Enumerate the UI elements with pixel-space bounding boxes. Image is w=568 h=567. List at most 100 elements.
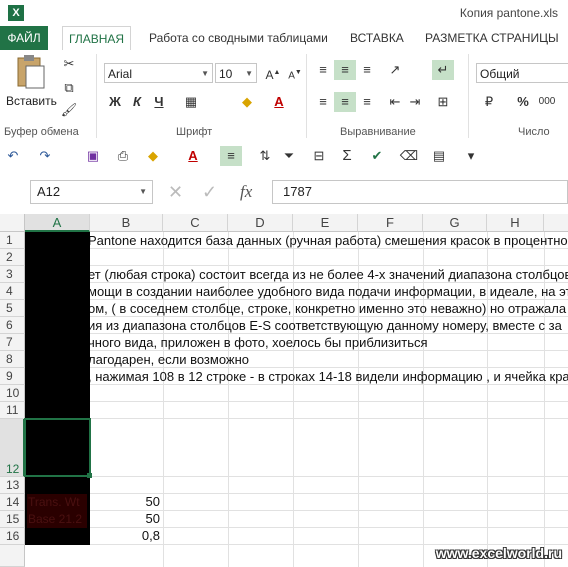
tab-insert[interactable]: ВСТАВКА [344,26,410,50]
formula-input[interactable]: 1787 [272,180,568,204]
row-header[interactable]: 13 [0,477,25,494]
cell-row9-text[interactable]: , нажимая 108 в 12 строке - в строках 14… [88,369,568,384]
fill-handle[interactable] [87,473,92,478]
align-center-icon[interactable]: ≡ [334,92,356,112]
row-header[interactable]: 1 [0,232,25,249]
row-header[interactable]: 10 [0,385,25,402]
shrink-font-icon[interactable]: A▼ [284,63,306,83]
redo-icon[interactable]: ↷ [34,146,56,166]
cell-b14[interactable]: 50 [90,494,160,509]
row-header[interactable]: 8 [0,351,25,368]
row-header[interactable]: 16 [0,528,25,545]
row-header[interactable]: 4 [0,283,25,300]
percent-button[interactable]: % [512,92,534,112]
cell-b16[interactable]: 0,8 [90,528,160,543]
enter-icon[interactable]: ✓ [202,182,217,203]
undo-icon[interactable]: ↶ [2,146,24,166]
merge-icon[interactable]: ⊟ [308,146,330,166]
column-header-e[interactable]: E [293,214,358,232]
tab-pivot-tables[interactable]: Работа со сводными таблицами [143,26,334,50]
wrap-text-icon[interactable]: ↵ [432,60,454,80]
copy-icon[interactable]: ⧉ [58,78,80,98]
align-middle-icon[interactable]: ≡ [334,60,356,80]
column-header-g[interactable]: G [423,214,487,232]
font-size-combo[interactable]: 10 ▼ [215,63,257,83]
cell-a14-text[interactable]: Trans. Wt [28,495,80,509]
column-header-c[interactable]: C [163,214,228,232]
row-header[interactable]: 6 [0,317,25,334]
row-header[interactable]: 14 [0,494,25,511]
underline-button[interactable]: Ч [148,92,170,112]
insert-function-button[interactable]: fx [240,182,252,202]
select-all-corner[interactable] [0,214,25,232]
clear-icon[interactable]: ⌫ [398,146,420,166]
cell-row3-text[interactable]: ет (любая строка) состоит всегда из не б… [88,267,568,282]
sort-icon[interactable]: ⇅ [254,146,276,166]
row-header[interactable]: 9 [0,368,25,385]
align-right-icon[interactable]: ≡ [356,92,378,112]
name-box[interactable]: A12 ▼ [30,180,153,204]
grid-line [25,350,568,351]
align-bottom-icon[interactable]: ≡ [356,60,378,80]
check-icon[interactable]: ✔ [366,146,388,166]
active-cell-selection[interactable] [24,418,91,477]
row-header[interactable]: 2 [0,249,25,266]
font-name-combo[interactable]: Arial ▼ [104,63,213,83]
align-left-icon[interactable]: ≡ [312,92,334,112]
cell-row1-text[interactable]: Pantone находится база данных (ручная ра… [88,233,568,248]
column-header-h[interactable]: H [487,214,544,232]
cell-row5-text[interactable]: ом, ( в соседнем столбце, строке, конкре… [88,301,566,316]
filter-icon[interactable]: ⏷ [278,146,300,166]
row-header[interactable]: 12 [0,419,25,477]
column-header-d[interactable]: D [228,214,293,232]
cell-row6-text[interactable]: ия из диапазона столбцов E-S соответству… [88,318,562,333]
column-header-b[interactable]: B [90,214,163,232]
fill-color-icon[interactable]: ◆ [142,146,164,166]
orientation-icon[interactable]: ↗ [384,60,406,80]
italic-button[interactable]: К [126,92,148,112]
row-header[interactable] [0,545,25,567]
cell-row4-text[interactable]: мощи в создании наиболее удобного вида п… [88,284,568,299]
paste-button[interactable] [12,54,48,94]
save-icon[interactable]: ▣ [82,146,104,166]
tab-home[interactable]: ГЛАВНАЯ [62,26,132,52]
cut-icon[interactable]: ✂ [58,54,80,74]
row-header[interactable]: 11 [0,402,25,419]
format-painter-icon[interactable]: 🖌 [58,100,80,120]
number-format-combo[interactable]: Общий [476,63,568,83]
ribbon-tabs: ФАЙЛ ГЛАВНАЯ Работа со сводными таблицам… [0,26,568,52]
column-header-partial[interactable] [544,214,568,232]
row-header[interactable]: 15 [0,511,25,528]
decrease-indent-icon[interactable]: ⇤ [384,92,406,112]
font-color-icon[interactable]: A [268,92,290,112]
customize-qat-icon[interactable]: ▾ [460,146,482,166]
chevron-down-icon: ▼ [139,187,147,196]
tab-page-layout[interactable]: РАЗМЕТКА СТРАНИЦЫ [419,26,565,50]
row-header[interactable]: 3 [0,266,25,283]
row-header[interactable]: 7 [0,334,25,351]
cancel-icon[interactable]: ✕ [168,182,183,203]
grow-font-icon[interactable]: A▲ [262,63,284,83]
print-icon[interactable]: ⎙ [112,146,134,166]
cell-a15-text[interactable]: Base 21.2 [28,512,82,526]
paste-label: Вставить [6,94,57,108]
currency-icon[interactable]: ₽ [478,92,500,112]
cell-row8-text[interactable]: лагодарен, если возможно [88,352,249,367]
align-center-icon[interactable]: ≡ [220,146,242,166]
row-header[interactable]: 5 [0,300,25,317]
column-header-a[interactable]: A [25,214,90,232]
merge-center-icon[interactable]: ⊞ [432,92,454,112]
autosum-icon[interactable]: Σ [336,146,358,166]
insert-table-icon[interactable]: ▤ [428,146,450,166]
align-top-icon[interactable]: ≡ [312,60,334,80]
column-header-f[interactable]: F [358,214,423,232]
font-color-icon[interactable]: A [182,146,204,166]
cell-row7-text[interactable]: чного вида, приложен в фото, хоелось бы … [88,335,428,350]
borders-icon[interactable]: ▦ [180,92,202,112]
tab-file[interactable]: ФАЙЛ [0,26,48,50]
fill-color-icon[interactable]: ◆ [236,92,258,112]
bold-button[interactable]: Ж [104,92,126,112]
increase-indent-icon[interactable]: ⇥ [404,92,426,112]
cell-b15[interactable]: 50 [90,511,160,526]
thousands-button[interactable]: 000 [536,92,558,112]
